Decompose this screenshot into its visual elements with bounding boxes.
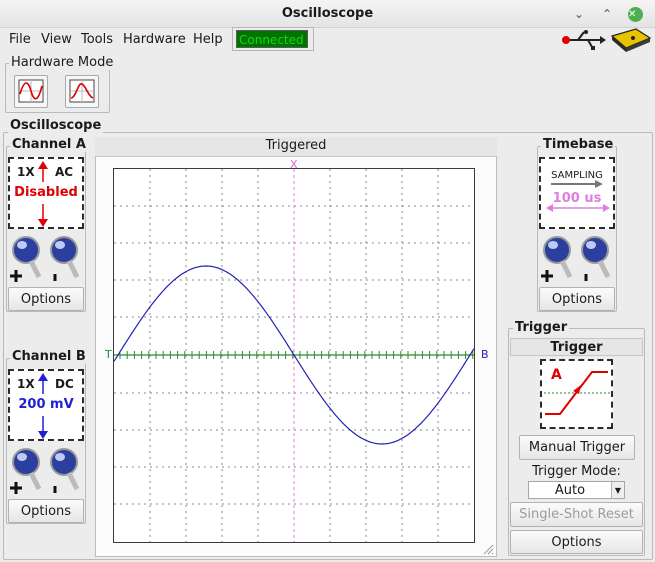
- menu-view[interactable]: View: [41, 32, 72, 47]
- channel-a-zoom-in-icon[interactable]: [9, 234, 44, 284]
- oscilloscope-mode-button[interactable]: [14, 75, 48, 108]
- trigger-mode-value: Auto: [554, 483, 586, 498]
- scope-display[interactable]: [113, 168, 475, 543]
- oscilloscope-mode-icon: [18, 79, 44, 103]
- maximize-button[interactable]: ⌃: [600, 7, 614, 21]
- single-shot-reset-button[interactable]: Single-Shot Reset: [510, 502, 643, 527]
- trigger-edge-icon: [544, 371, 610, 415]
- trigger-mode-select[interactable]: Auto ▼: [528, 481, 625, 499]
- hardware-mode-label: Hardware Mode: [9, 55, 116, 70]
- usb-device-icon: [562, 28, 652, 52]
- channel-b-zoom-in-icon[interactable]: [9, 446, 44, 496]
- menu-help[interactable]: Help: [193, 32, 223, 47]
- menu-file[interactable]: File: [9, 32, 31, 47]
- trigger-level-marker[interactable]: T: [105, 348, 112, 361]
- timebase-options-button[interactable]: Options: [539, 287, 615, 311]
- channel-b-coupling: DC: [55, 377, 74, 391]
- channel-b-title: Channel B: [10, 349, 88, 364]
- minimize-button[interactable]: ⌄: [572, 7, 586, 21]
- channel-a-range: Disabled: [14, 185, 78, 200]
- spectrum-mode-button[interactable]: [65, 75, 99, 108]
- trigger-group-label: Trigger: [513, 320, 570, 335]
- channel-b-marker: B: [481, 348, 489, 361]
- channel-b-probe: 1X: [17, 377, 35, 391]
- timebase-title: Timebase: [541, 137, 616, 152]
- channel-a-options-button[interactable]: Options: [8, 287, 84, 311]
- connection-status: Connected: [236, 30, 308, 48]
- scope-graph: [113, 169, 475, 542]
- trigger-title: Trigger: [510, 338, 643, 356]
- oscilloscope-label: Oscilloscope: [8, 118, 104, 133]
- x-marker: X: [290, 158, 298, 171]
- resize-grip-icon[interactable]: [482, 543, 494, 555]
- channel-a-probe: 1X: [17, 165, 35, 179]
- channel-b-options-button[interactable]: Options: [8, 499, 84, 523]
- channel-b-range: 200 mV: [18, 397, 74, 412]
- channel-a-zoom-out-icon[interactable]: [47, 234, 82, 284]
- trigger-status: Triggered: [95, 137, 497, 157]
- timebase-value: 100 us: [552, 191, 602, 206]
- menu-hardware[interactable]: Hardware: [123, 32, 186, 47]
- timebase-zoom-in-icon[interactable]: [540, 234, 575, 284]
- timebase-zoom-out-icon[interactable]: [578, 234, 613, 284]
- trigger-mode-label: Trigger Mode:: [532, 464, 621, 479]
- manual-trigger-button[interactable]: Manual Trigger: [519, 435, 635, 460]
- channel-b-zoom-out-icon[interactable]: [47, 446, 82, 496]
- spectrum-mode-icon: [69, 79, 95, 103]
- menu-tools[interactable]: Tools: [81, 32, 113, 47]
- chevron-down-icon: ▼: [611, 482, 624, 498]
- channel-a-coupling: AC: [55, 165, 74, 179]
- channel-a-title: Channel A: [10, 137, 88, 152]
- window-title: Oscilloscope: [281, 6, 374, 21]
- close-button[interactable]: ✕: [628, 7, 643, 22]
- trigger-options-button[interactable]: Options: [510, 530, 643, 554]
